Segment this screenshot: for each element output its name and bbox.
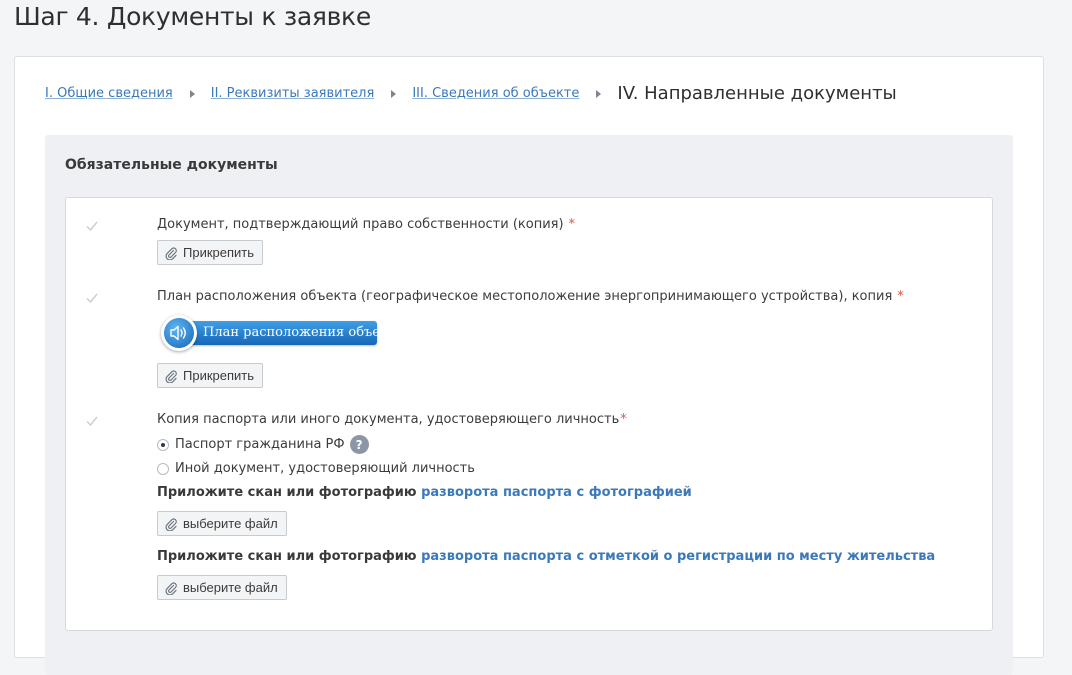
paperclip-icon: [164, 581, 178, 596]
documents-list: Документ, подтверждающий право собственн…: [65, 197, 993, 631]
passport-photo-spread-link[interactable]: разворота паспорта с фотографией: [421, 485, 692, 500]
radio-other-document-label: Иной документ, удостоверяющий личность: [175, 461, 475, 476]
caret-right-icon: [391, 89, 397, 98]
caret-right-icon: [189, 89, 195, 98]
location-plan-label: План расположения объекта (географическо…: [157, 289, 904, 304]
required-mark: *: [897, 289, 904, 304]
location-plan-text: План расположения объекта (географическо…: [157, 289, 893, 304]
radio-passport-rf-label: Паспорт гражданина РФ: [175, 437, 345, 452]
hint-prefix: Приложите скан или фотографию: [157, 549, 417, 564]
attach-button-label: Прикрепить: [183, 368, 255, 383]
paperclip-icon: [164, 517, 178, 532]
attach-button-label: Прикрепить: [183, 245, 255, 260]
breadcrumb-object-info[interactable]: III. Сведения об объекте: [412, 86, 579, 101]
breadcrumb-general-info[interactable]: I. Общие сведения: [45, 86, 173, 101]
breadcrumb-current-step: IV. Направленные документы: [617, 83, 897, 104]
ownership-document-label: Документ, подтверждающий право собственн…: [157, 217, 575, 232]
file-button-label: выберите файл: [183, 580, 278, 595]
passport-photo-file-button[interactable]: выберите файл: [157, 511, 287, 536]
hint-prefix: Приложите скан или фотографию: [157, 485, 417, 500]
location-plan-audio-badge[interactable]: План расположения объекта: [161, 315, 403, 353]
required-documents-panel: Обязательные документы Документ, подтвер…: [45, 135, 1013, 675]
audio-badge-label: План расположения объекта: [175, 321, 403, 345]
required-mark: *: [568, 217, 576, 232]
required-mark: *: [620, 412, 627, 427]
passport-registration-spread-link[interactable]: разворота паспорта с отметкой о регистра…: [421, 549, 935, 564]
breadcrumb: I. Общие сведения II. Реквизиты заявител…: [45, 83, 897, 104]
radio-passport-rf[interactable]: Паспорт гражданина РФ ?: [157, 435, 369, 454]
passport-document-label: Копия паспорта или иного документа, удос…: [157, 412, 627, 427]
passport-photo-hint: Приложите скан или фотографию разворота …: [157, 485, 692, 500]
radio-passport-rf-control[interactable]: [157, 438, 169, 451]
paperclip-icon: [164, 369, 178, 384]
caret-right-icon: [596, 89, 602, 98]
ownership-document-text: Документ, подтверждающий право собственн…: [157, 217, 564, 232]
paperclip-icon: [164, 246, 178, 261]
location-plan-attach-button[interactable]: Прикрепить: [157, 363, 264, 388]
question-icon[interactable]: ?: [349, 435, 369, 454]
main-card: I. Общие сведения II. Реквизиты заявител…: [14, 56, 1044, 675]
file-button-label: выберите файл: [183, 516, 278, 531]
radio-other-document-control[interactable]: [157, 462, 169, 475]
page-title: Шаг 4. Документы к заявке: [14, 2, 371, 31]
ownership-attach-button[interactable]: Прикрепить: [157, 240, 264, 265]
check-icon: [86, 292, 98, 304]
check-icon: [86, 415, 98, 427]
section-title: Обязательные документы: [65, 157, 278, 173]
breadcrumb-applicant-details[interactable]: II. Реквизиты заявителя: [211, 86, 375, 101]
passport-registration-file-button[interactable]: выберите файл: [157, 575, 287, 600]
radio-other-document[interactable]: Иной документ, удостоверяющий личность: [157, 461, 475, 476]
passport-document-text: Копия паспорта или иного документа, удос…: [157, 412, 620, 427]
passport-registration-hint: Приложите скан или фотографию разворота …: [157, 549, 935, 564]
check-icon: [86, 220, 98, 232]
speaker-icon: [161, 315, 197, 351]
